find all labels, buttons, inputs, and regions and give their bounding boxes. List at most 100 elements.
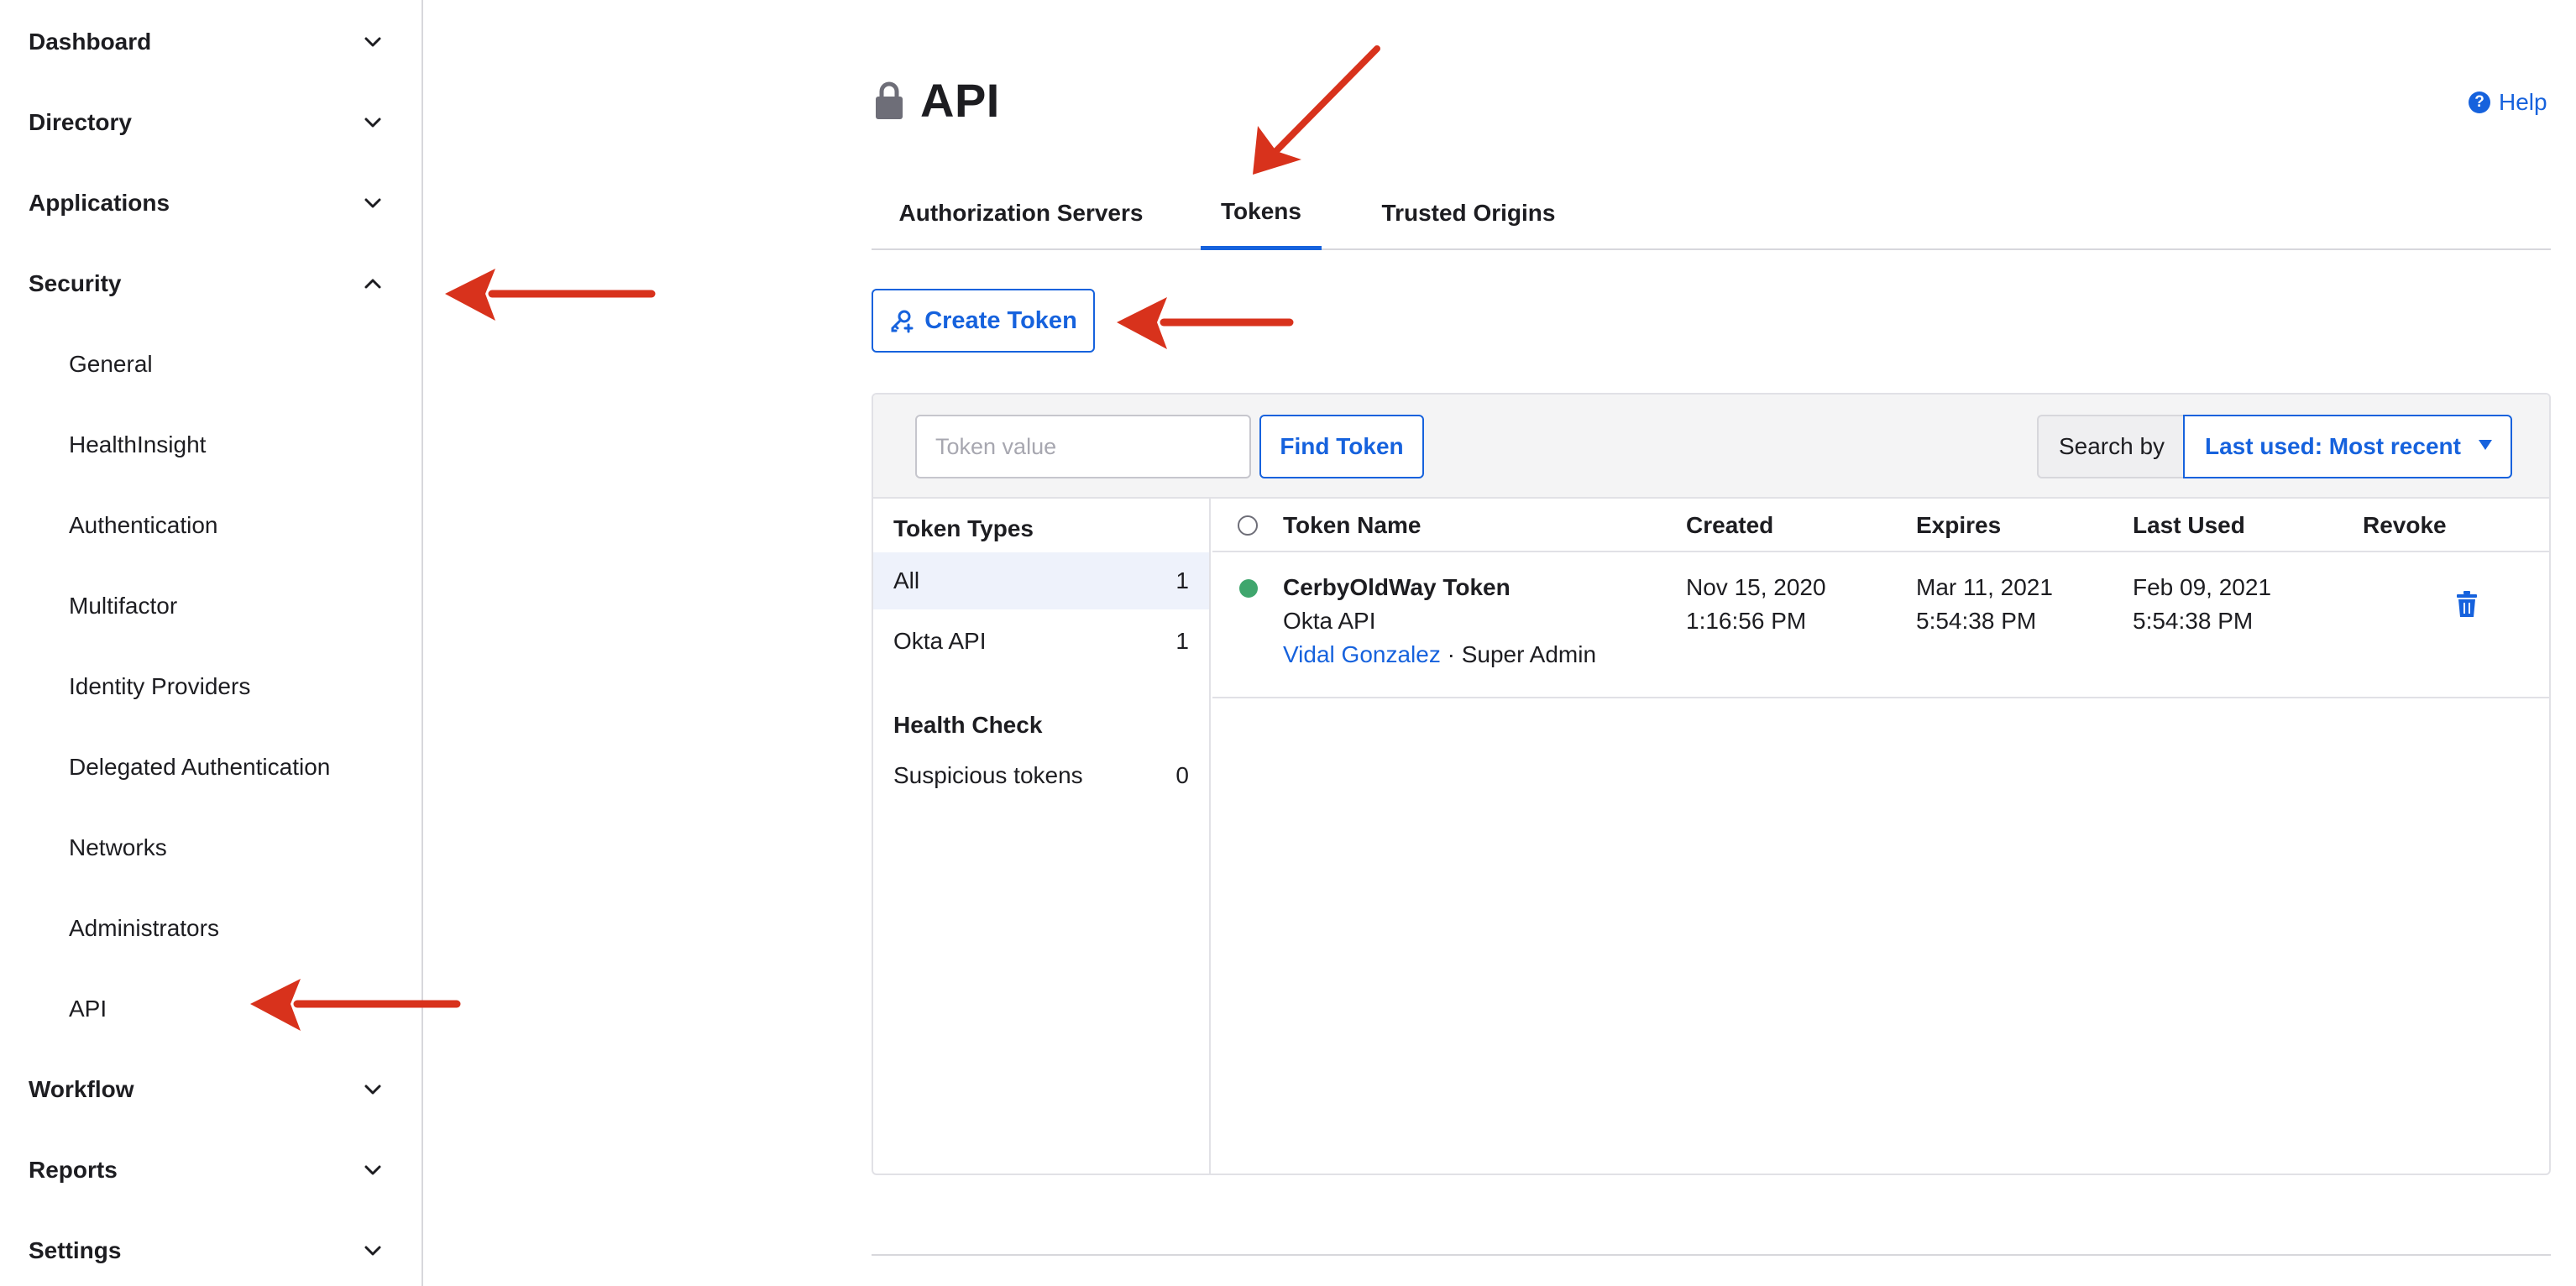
last-used-date: Feb 09, 2021 [2133, 574, 2272, 600]
filter-item-count: 1 [1175, 628, 1189, 654]
tab-authorization-servers[interactable]: Authorization Servers [872, 176, 1170, 250]
sidebar-subitem-healthinsight[interactable]: HealthInsight [0, 411, 421, 478]
token-types-heading: Token Types [893, 515, 1034, 541]
sidebar-item-label: Directory [29, 109, 132, 135]
find-token-label: Find Token [1280, 433, 1404, 459]
token-type: Okta API [1283, 608, 1376, 634]
sidebar-subitem-multifactor[interactable]: Multifactor [0, 572, 421, 640]
create-token-button[interactable]: Create Token [872, 289, 1095, 353]
health-check-heading: Health Check [893, 712, 1043, 738]
sidebar-item-label: Multifactor [69, 593, 178, 619]
sidebar-item-label: Dashboard [29, 29, 152, 55]
sidebar-item-label: Applications [29, 190, 170, 216]
caret-down-icon [2479, 440, 2492, 450]
annotation-arrow-icon [250, 979, 461, 1031]
sidebar-item-label: Settings [29, 1237, 122, 1263]
sidebar-item-label: Workflow [29, 1076, 134, 1102]
sidebar-item-label: Networks [69, 834, 167, 860]
filter-item-okta-api[interactable]: Okta API 1 [873, 613, 1209, 670]
filter-item-label: All [893, 567, 920, 593]
token-owner: Vidal Gonzalez · Super Admin [1283, 638, 1596, 672]
sidebar-item-label: General [69, 351, 153, 377]
sidebar-subitem-delegated-authentication[interactable]: Delegated Authentication [0, 734, 421, 801]
tab-label: Tokens [1221, 197, 1301, 224]
sidebar-item-security[interactable]: Security [0, 250, 421, 317]
expires-time: 5:54:38 PM [1916, 608, 2037, 634]
column-header-token-name: Token Name [1283, 512, 1422, 538]
sidebar-item-label: Identity Providers [69, 673, 251, 699]
sidebar-item-workflow[interactable]: Workflow [0, 1056, 421, 1123]
expires-date: Mar 11, 2021 [1916, 574, 2053, 600]
token-types-filter: Token Types All 1 Okta API 1 Health Chec… [873, 499, 1211, 1174]
trash-icon[interactable] [2455, 591, 2479, 618]
tokens-panel: Find Token Search by Last used: Most rec… [872, 393, 2551, 1175]
key-plus-icon [891, 310, 914, 333]
filter-item-count: 1 [1175, 567, 1189, 593]
sidebar-item-settings[interactable]: Settings [0, 1217, 421, 1284]
sidebar-subitem-networks[interactable]: Networks [0, 814, 421, 881]
sidebar-subitem-identity-providers[interactable]: Identity Providers [0, 653, 421, 720]
tokens-toolbar: Find Token Search by Last used: Most rec… [873, 395, 2549, 499]
sidebar-item-label: Authentication [69, 512, 218, 538]
tab-tokens[interactable]: Tokens [1201, 176, 1322, 250]
last-used-time: 5:54:38 PM [2133, 608, 2254, 634]
sidebar-subitem-administrators[interactable]: Administrators [0, 895, 421, 962]
tab-trusted-origins[interactable]: Trusted Origins [1333, 176, 1604, 250]
sidebar-item-label: Administrators [69, 915, 219, 941]
chevron-down-icon [359, 1237, 386, 1264]
page-title: API [875, 71, 1000, 129]
sidebar-item-label: Security [29, 270, 122, 296]
annotation-arrow-icon [1117, 297, 1294, 349]
annotation-arrow-icon [1253, 45, 1380, 175]
find-token-button[interactable]: Find Token [1259, 415, 1424, 478]
column-header-last-used: Last Used [2133, 512, 2245, 538]
select-all-radio[interactable] [1238, 515, 1258, 536]
column-header-expires: Expires [1916, 512, 2002, 538]
column-header-created: Created [1686, 512, 1774, 538]
filter-item-all[interactable]: All 1 [873, 552, 1209, 609]
chevron-up-icon [359, 270, 386, 297]
create-token-label: Create Token [924, 306, 1077, 334]
chevron-down-icon [359, 29, 386, 55]
table-row[interactable]: CerbyOldWay Token Okta API Vidal Gonzale… [1212, 552, 2549, 698]
created-time: 1:16:56 PM [1686, 608, 1807, 634]
sidebar-item-label: Delegated Authentication [69, 754, 331, 780]
chevron-down-icon [359, 1157, 386, 1184]
sidebar-item-label: HealthInsight [69, 431, 207, 457]
sidebar-item-directory[interactable]: Directory [0, 89, 421, 156]
sidebar-item-label: API [69, 996, 107, 1022]
lock-icon [876, 81, 903, 119]
tab-bar: Authorization Servers Tokens Trusted Ori… [872, 176, 2551, 250]
sidebar-item-applications[interactable]: Applications [0, 170, 421, 237]
created-date: Nov 15, 2020 [1686, 574, 1826, 600]
sidebar-subitem-general[interactable]: General [0, 331, 421, 398]
sidebar: Dashboard Directory Applications Securit… [0, 0, 423, 1286]
chevron-down-icon [359, 109, 386, 136]
divider [872, 1254, 2551, 1256]
filter-item-label: Suspicious tokens [893, 762, 1083, 788]
page-title-text: API [920, 73, 1000, 127]
sort-selected-value: Last used: Most recent [2205, 433, 2461, 459]
token-name: CerbyOldWay Token [1283, 574, 1511, 600]
filter-item-count: 0 [1175, 762, 1189, 788]
tokens-table: Token Name Created Expires Last Used Rev… [1212, 499, 2549, 1174]
sidebar-item-reports[interactable]: Reports [0, 1137, 421, 1204]
sort-dropdown[interactable]: Last used: Most recent [2183, 415, 2512, 478]
help-link[interactable]: ? Help [2469, 87, 2547, 118]
chevron-down-icon [359, 190, 386, 217]
column-header-revoke: Revoke [2363, 512, 2447, 538]
token-value-input[interactable] [915, 415, 1251, 478]
filter-item-label: Okta API [893, 628, 987, 654]
table-header: Token Name Created Expires Last Used Rev… [1212, 499, 2549, 552]
filter-item-suspicious-tokens[interactable]: Suspicious tokens 0 [873, 747, 1209, 804]
help-icon: ? [2469, 91, 2490, 113]
sidebar-item-dashboard[interactable]: Dashboard [0, 8, 421, 76]
status-active-icon [1239, 579, 1258, 598]
search-by-label: Search by [2037, 415, 2185, 478]
sidebar-subitem-authentication[interactable]: Authentication [0, 492, 421, 559]
tab-label: Authorization Servers [898, 200, 1144, 226]
help-label: Help [2499, 89, 2547, 115]
owner-role: Super Admin [1461, 641, 1597, 667]
chevron-down-icon [359, 1076, 386, 1103]
owner-link[interactable]: Vidal Gonzalez [1283, 641, 1441, 667]
